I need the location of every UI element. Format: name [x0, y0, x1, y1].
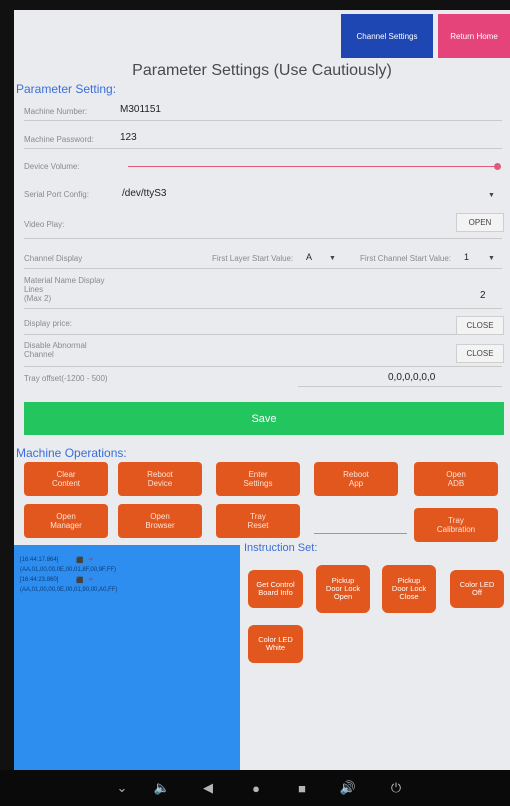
caret-down-icon[interactable]: ▼ [488, 255, 495, 262]
tray-offset-label: Tray offset(-1200 - 500) [24, 374, 108, 383]
machine-password-row: Machine Password: 123 [24, 130, 502, 149]
volume-down-icon[interactable]: 🔈 [152, 778, 172, 798]
back-icon[interactable]: ◀ [198, 778, 218, 798]
log-line: [16:44:23.860] [20, 577, 59, 583]
volume-slider[interactable] [128, 166, 498, 167]
machine-password-input[interactable]: 123 [120, 132, 137, 143]
empty-input[interactable] [314, 533, 407, 534]
disable-abnormal-close-button[interactable]: CLOSE [456, 344, 504, 363]
device-volume-label: Device Volume: [24, 162, 80, 171]
material-name-label-1: Material Name Display [24, 276, 105, 285]
display-price-label: Display price: [24, 319, 73, 328]
material-name-label-3: (Max 2) [24, 294, 52, 303]
volume-slider-thumb[interactable] [494, 163, 501, 170]
volume-up-icon[interactable]: 🔊 [338, 778, 358, 798]
enter-settings-button[interactable]: Enter Settings [216, 462, 300, 496]
pickup-door-lock-open-button[interactable]: Pickup Door Lock Open [316, 565, 370, 613]
first-layer-label: First Layer Start Value: [212, 254, 294, 263]
log-line: [16:44:17.864] [20, 557, 59, 563]
tray-calibration-button[interactable]: Tray Calibration [414, 508, 498, 542]
arrow-icon: ➜ [88, 557, 94, 563]
chevron-down-icon[interactable]: ⌄ [112, 778, 132, 798]
open-manager-button[interactable]: Open Manager [24, 504, 108, 538]
channel-settings-button[interactable]: Channel Settings [341, 14, 433, 58]
save-button[interactable]: Save [24, 402, 504, 435]
machine-number-label: Machine Number: [24, 107, 88, 116]
open-adb-button[interactable]: Open ADB [414, 462, 498, 496]
divider [24, 238, 502, 239]
recents-icon[interactable]: ■ [292, 778, 312, 798]
log-line: (AA,01,00,00,0E,00,01,8F,00,9F,FF) [20, 567, 117, 573]
channel-display-row: Channel Display First Layer Start Value:… [24, 246, 502, 269]
tray-reset-button[interactable]: Tray Reset [216, 504, 300, 538]
get-control-board-info-button[interactable]: Get Control Board Info [248, 570, 303, 608]
app-screen: Channel Settings Return Home Parameter S… [14, 10, 510, 770]
caret-down-icon[interactable]: ▼ [329, 255, 336, 262]
tray-offset-input[interactable]: 0,0,0,0,0,0 [298, 372, 502, 387]
display-price-close-button[interactable]: CLOSE [456, 316, 504, 335]
page-title: Parameter Settings (Use Cautiously) [132, 62, 392, 79]
material-name-lines-input[interactable]: 2 [480, 290, 486, 301]
home-icon[interactable]: ● [246, 778, 266, 798]
color-led-off-button[interactable]: Color LED Off [450, 570, 504, 608]
reboot-app-button[interactable]: Reboot App [314, 462, 398, 496]
machine-operations-title: Machine Operations: [16, 446, 127, 460]
first-channel-label: First Channel Start Value: [360, 254, 452, 263]
sent-icon: ⬛ [76, 578, 84, 584]
first-layer-select[interactable]: A [306, 252, 312, 262]
sent-icon: ⬛ [76, 558, 84, 564]
video-play-label: Video Play: [24, 220, 65, 229]
caret-down-icon[interactable]: ▼ [488, 192, 495, 199]
machine-number-input[interactable]: M301151 [120, 104, 161, 115]
video-play-open-button[interactable]: OPEN [456, 213, 504, 232]
return-home-button[interactable]: Return Home [438, 14, 510, 58]
open-browser-button[interactable]: Open Browser [118, 504, 202, 538]
top-bar: Channel Settings Return Home [14, 10, 510, 58]
machine-password-label: Machine Password: [24, 135, 94, 144]
machine-number-row: Machine Number: M301151 [24, 102, 502, 121]
disable-abnormal-label-1: Disable Abnormal [24, 341, 87, 350]
pickup-door-lock-close-button[interactable]: Pickup Door Lock Close [382, 565, 436, 613]
first-channel-select[interactable]: 1 [464, 252, 469, 262]
log-panel: [16:44:17.864] ⬛ ➜ (AA,01,00,00,0E,00,01… [14, 545, 240, 770]
arrow-icon: ➜ [88, 577, 94, 583]
system-navigation-bar: ⌄ 🔈 ◀ ● ■ 🔊 ⏻ [0, 770, 510, 806]
disable-abnormal-row: Disable Abnormal Channel [24, 338, 502, 367]
color-led-white-button[interactable]: Color LED White [248, 625, 303, 663]
tray-offset-value: 0,0,0,0,0,0 [388, 372, 436, 383]
clear-content-button[interactable]: Clear Content [24, 462, 108, 496]
instruction-set-title: Instruction Set: [244, 542, 318, 554]
serial-port-select[interactable]: /dev/ttyS3 [122, 188, 166, 199]
channel-display-label: Channel Display [24, 254, 83, 263]
parameter-section-title: Parameter Setting: [16, 82, 117, 96]
reboot-device-button[interactable]: Reboot Device [118, 462, 202, 496]
display-price-row: Display price: [24, 312, 502, 335]
power-icon[interactable]: ⏻ [386, 778, 406, 798]
disable-abnormal-label-2: Channel [24, 350, 54, 359]
material-name-row: Material Name Display Lines (Max 2) 2 [24, 272, 502, 309]
log-line: (AA,01,00,00,0E,00,01,90,00,A0,FF) [20, 587, 118, 593]
serial-port-label: Serial Port Config: [24, 190, 89, 199]
material-name-label-2: Lines [24, 285, 44, 294]
